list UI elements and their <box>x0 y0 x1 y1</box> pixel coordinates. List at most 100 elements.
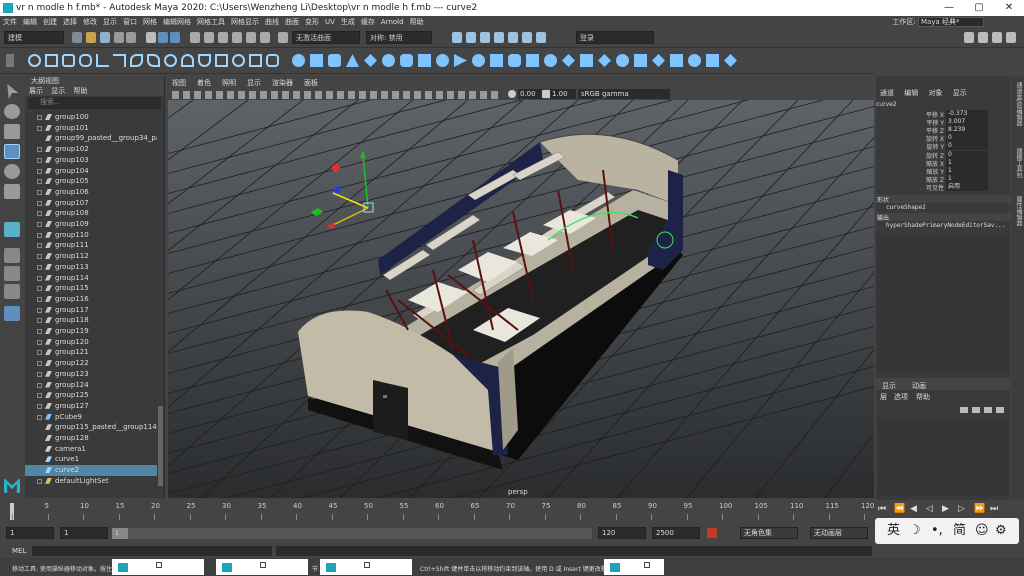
select-tool-icon[interactable] <box>7 84 19 99</box>
playback-end-field[interactable]: 120 <box>598 527 646 539</box>
render-view-icon[interactable] <box>494 32 504 43</box>
nurbs-cube-icon[interactable] <box>310 54 323 67</box>
command-input[interactable] <box>32 546 272 556</box>
layer-menu-layers[interactable]: 层 <box>880 392 887 402</box>
outliner-item[interactable]: group122 <box>25 358 157 369</box>
outliner-item[interactable]: group104 <box>25 166 157 177</box>
menu-curves[interactable]: 曲线 <box>262 16 282 28</box>
outliner-item[interactable]: group119 <box>25 326 157 337</box>
viewport-menu-renderer[interactable]: 渲染器 <box>268 79 293 87</box>
shelf-tabs-icon[interactable] <box>6 54 14 67</box>
channel-value[interactable]: 1 <box>946 166 988 175</box>
go-to-start-icon[interactable]: ⏮ <box>878 504 890 516</box>
channel-row[interactable]: 缩放 X1 <box>876 158 1010 168</box>
outliner-item[interactable]: group121 <box>25 347 157 358</box>
outliner-item[interactable]: defaultLightSet <box>25 476 157 487</box>
expand-toggle-icon[interactable] <box>37 222 42 227</box>
tab-anim-layers[interactable]: 动画 <box>912 381 926 391</box>
outliner-item[interactable]: group112 <box>25 251 157 262</box>
outliner-item[interactable]: group110 <box>25 230 157 241</box>
outliner-menu-show[interactable]: 展示 <box>29 87 43 95</box>
symmetry-dropdown[interactable]: 对称: 禁用 <box>366 31 432 44</box>
snap-grid-icon[interactable] <box>190 32 200 43</box>
menu-file[interactable]: 文件 <box>0 16 20 28</box>
surface-tool-icon-2[interactable] <box>418 54 431 67</box>
channelbox-menu-channels[interactable]: 通道 <box>880 89 894 97</box>
curve-tool-icon-8[interactable] <box>266 54 279 67</box>
surface-tool-icon-8[interactable] <box>526 54 539 67</box>
expand-toggle-icon[interactable] <box>37 329 42 334</box>
outliner-item[interactable]: group117 <box>25 305 157 316</box>
expand-toggle-icon[interactable] <box>37 414 42 420</box>
taskbar-restore-icon-2[interactable] <box>260 562 266 568</box>
snap-vertex-icon[interactable] <box>260 32 270 43</box>
expand-toggle-icon[interactable] <box>37 232 42 238</box>
outliner-item[interactable]: group108 <box>25 208 157 219</box>
taskbar-restore-icon-1[interactable] <box>156 562 162 568</box>
layer-menu-options[interactable]: 选项 <box>894 392 908 402</box>
channel-row[interactable]: 平移 Z 8.239 <box>876 126 1010 135</box>
play-forward-icon[interactable]: ▶ <box>942 504 954 516</box>
time-slider[interactable]: 1 5 10 15 20 25 30 35 40 45 50 55 60 65 70 75 80 85 90 95 10… <box>0 500 1024 522</box>
four-view-icon[interactable] <box>4 266 20 281</box>
outliner-item[interactable]: group100 <box>25 112 157 123</box>
go-to-end-icon[interactable]: ⏭ <box>990 504 1002 516</box>
outliner-menu-help[interactable]: 帮助 <box>73 87 87 95</box>
outliner-item[interactable]: curve2 <box>25 465 157 476</box>
ipr-render-icon[interactable] <box>480 32 490 43</box>
expand-toggle-icon[interactable] <box>37 286 42 292</box>
expand-toggle-icon[interactable] <box>37 403 42 409</box>
surface-tool-icon-16[interactable] <box>670 54 683 67</box>
outliner-item[interactable]: group120 <box>25 337 157 348</box>
expand-toggle-icon[interactable] <box>37 200 42 206</box>
menu-display[interactable]: 显示 <box>100 16 120 28</box>
outliner-item[interactable]: group99_pasted__group34_pasts <box>25 133 157 144</box>
menu-cache[interactable]: 缓存 <box>358 16 378 28</box>
shape-node-name[interactable]: curveShape2 <box>886 204 926 211</box>
workspace-dropdown[interactable]: Maya 经典* <box>918 17 984 27</box>
panel-tool-icons[interactable] <box>172 91 502 99</box>
outliner-item[interactable]: group106 <box>25 187 157 198</box>
viewport-menu-show[interactable]: 显示 <box>243 79 261 87</box>
tab-display-layers[interactable]: 显示 <box>882 381 896 391</box>
surface-tool-icon-11[interactable] <box>580 54 593 67</box>
expand-toggle-icon[interactable] <box>37 350 42 356</box>
arnold-render-icon[interactable] <box>522 32 532 43</box>
outliner-item[interactable]: group123 <box>25 369 157 380</box>
expand-toggle-icon[interactable] <box>37 296 42 302</box>
light-editor-icon[interactable] <box>536 32 546 43</box>
tab-attribute-editor[interactable]: 属性编辑器 <box>1012 196 1023 240</box>
last-tool-icon[interactable] <box>4 222 20 237</box>
curve-tool-icon-5[interactable] <box>215 54 228 67</box>
menu-edit[interactable]: 编辑 <box>20 16 40 28</box>
expand-toggle-icon[interactable] <box>37 243 42 249</box>
menu-uv[interactable]: UV <box>322 16 338 28</box>
cv-curve-icon[interactable] <box>62 54 75 67</box>
arc-icon[interactable] <box>130 54 143 67</box>
layer-menu-help[interactable]: 帮助 <box>916 392 930 402</box>
menu-select[interactable]: 选择 <box>60 16 80 28</box>
exposure-field[interactable]: 0.00 <box>518 89 544 99</box>
minimize-button[interactable]: — <box>934 0 964 16</box>
menu-create[interactable]: 创建 <box>40 16 60 28</box>
channel-row[interactable]: 旋转 Z0 <box>876 150 1010 160</box>
surface-tool-icon-1[interactable] <box>400 54 413 67</box>
nurbs-cylinder-icon[interactable] <box>328 54 341 67</box>
surface-tool-icon-4[interactable] <box>454 54 467 67</box>
outliner-item[interactable]: group105 <box>25 176 157 187</box>
snap-view-icon[interactable] <box>232 32 242 43</box>
snap-curve-icon[interactable] <box>204 32 214 43</box>
channel-row[interactable]: 缩放 Y1 <box>876 166 1010 176</box>
surface-tool-icon-12[interactable] <box>598 54 611 67</box>
taskbar-restore-icon-4[interactable] <box>644 562 650 568</box>
toggle-panel-icon-2[interactable] <box>978 32 988 43</box>
channel-value[interactable]: 8.239 <box>946 126 988 135</box>
close-button[interactable]: ✕ <box>994 0 1024 16</box>
channel-value[interactable]: 0 <box>946 134 988 143</box>
move-layer-down-icon[interactable] <box>972 407 980 413</box>
expand-toggle-icon[interactable] <box>37 371 42 377</box>
channel-row[interactable]: 旋转 X0 <box>876 134 1010 143</box>
viewport-canvas[interactable]: persp <box>168 100 874 498</box>
channel-row[interactable]: 可见性 启用 <box>876 182 1010 192</box>
new-layer-selected-icon[interactable] <box>996 407 1004 413</box>
